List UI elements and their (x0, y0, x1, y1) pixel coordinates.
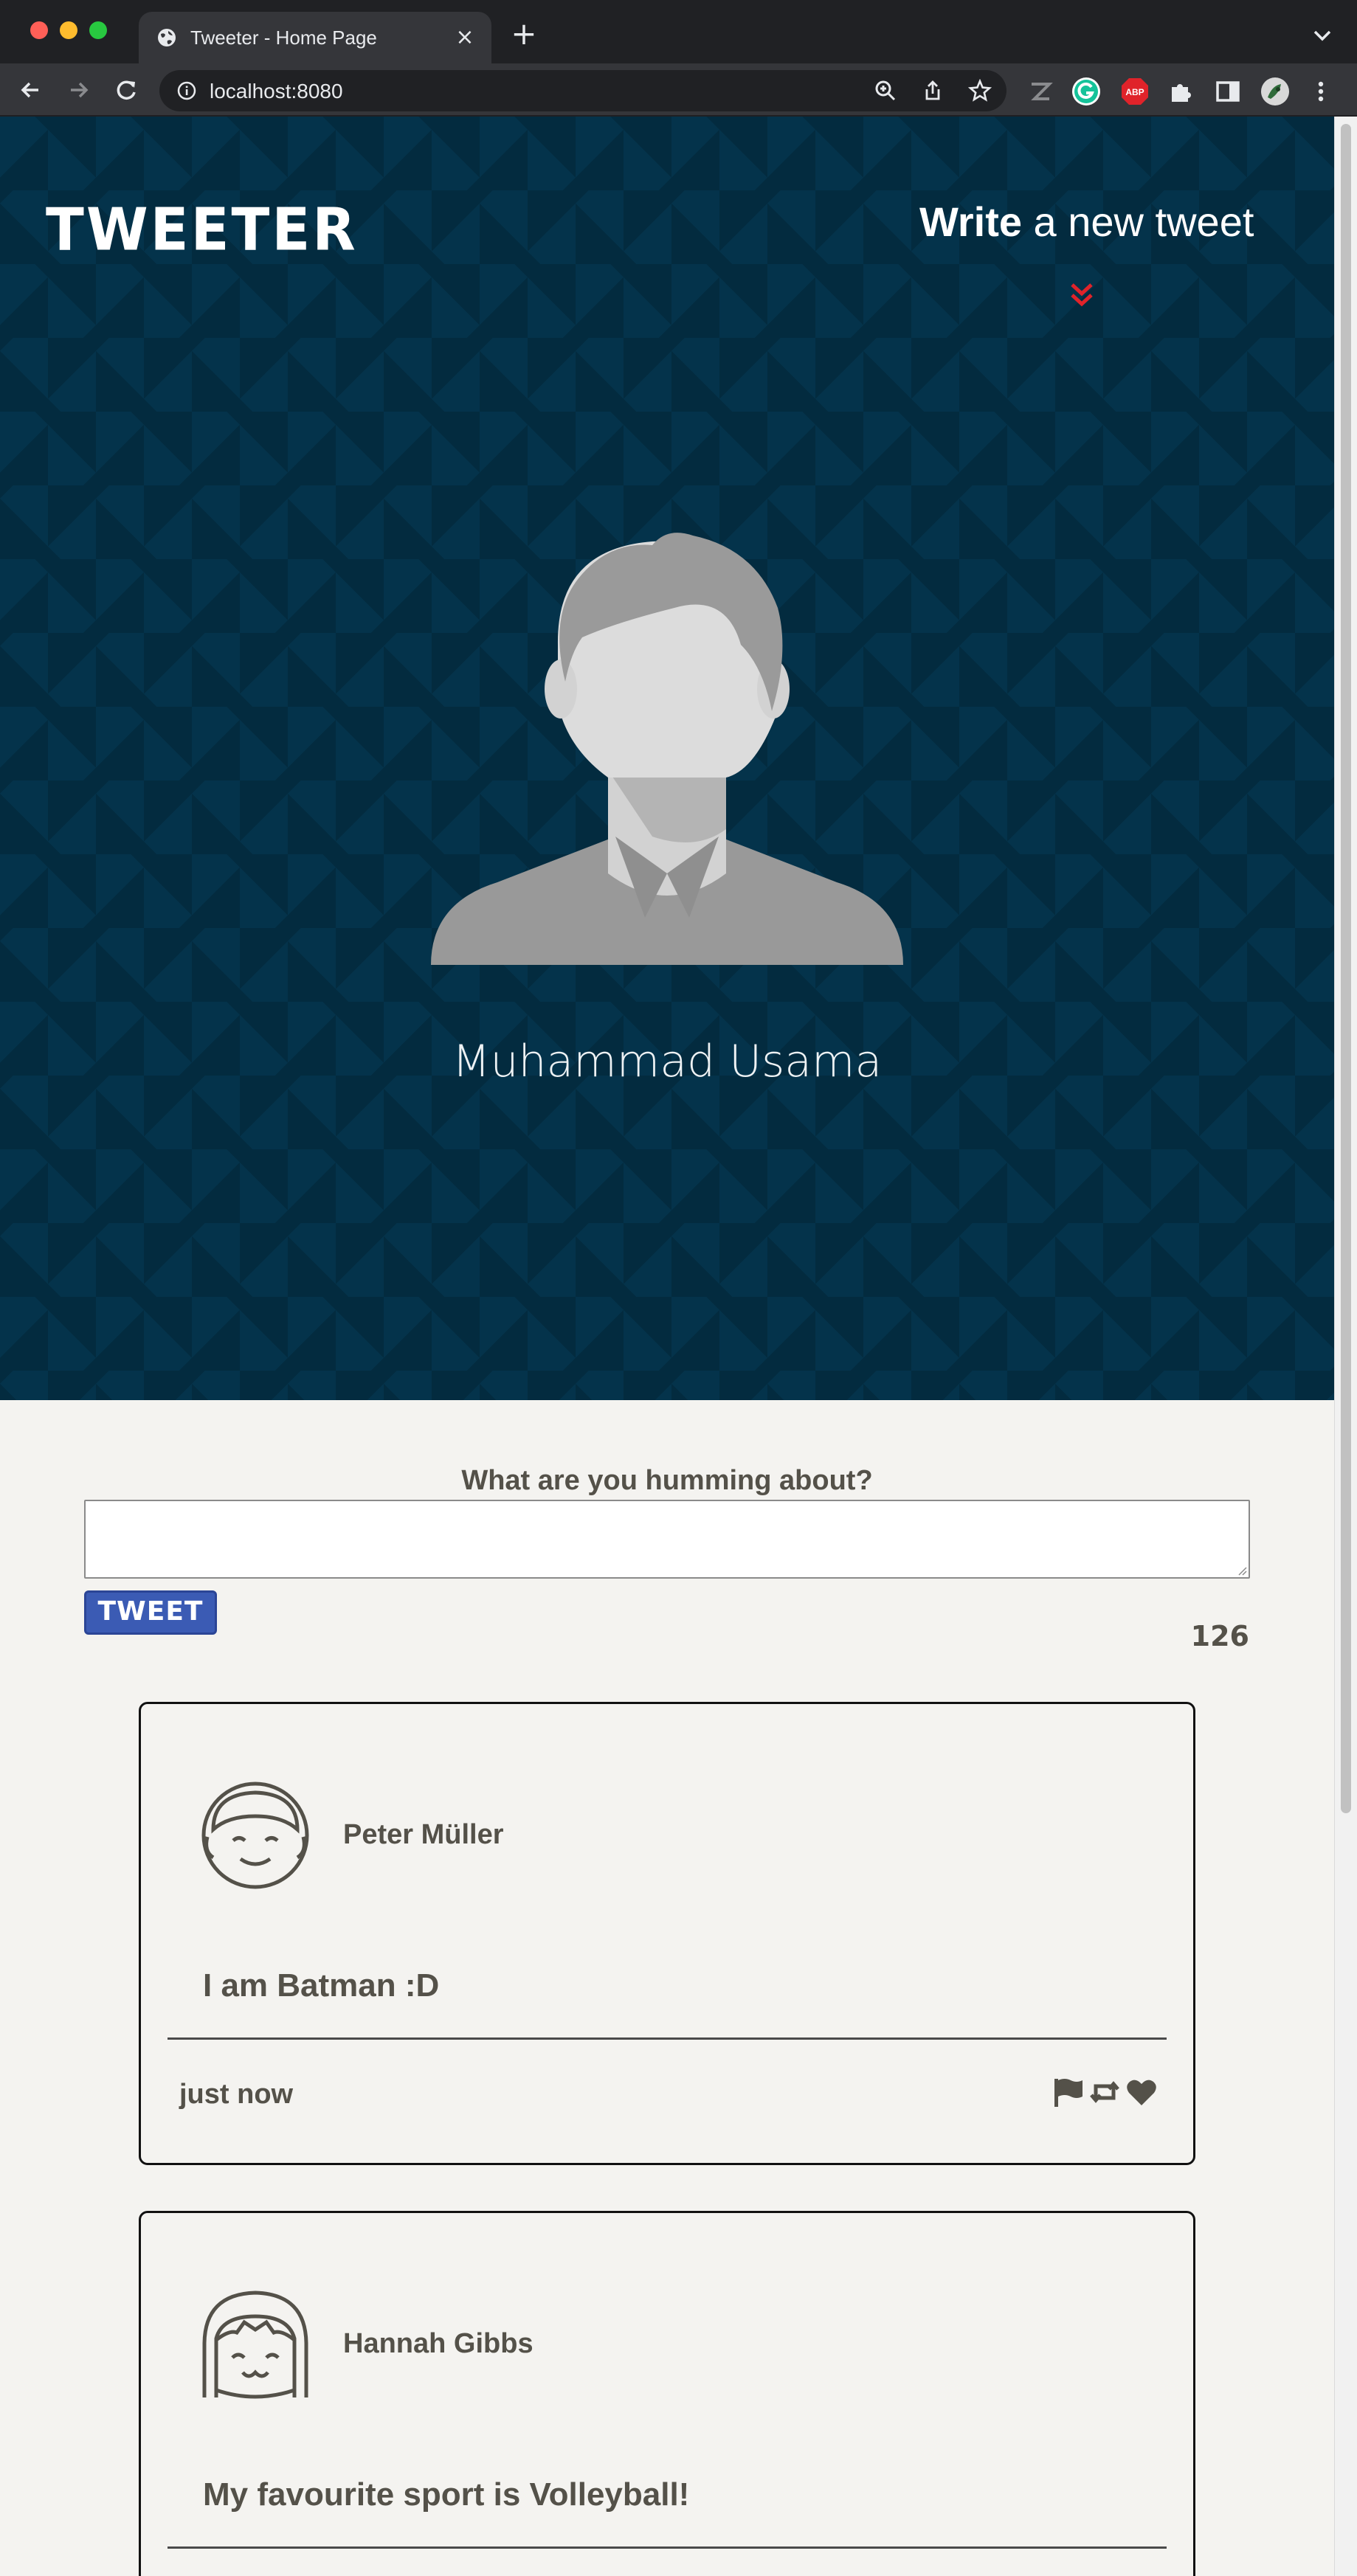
share-icon[interactable] (921, 79, 945, 103)
write-link-bold: Write (919, 198, 1022, 245)
page-scrollbar[interactable] (1334, 117, 1357, 2576)
write-link-rest: a new tweet (1022, 198, 1254, 245)
write-new-tweet-link[interactable]: Write a new tweet (919, 198, 1254, 246)
flag-icon[interactable] (1052, 2076, 1084, 2108)
tab-search-chevron-icon[interactable] (1308, 21, 1337, 50)
side-panel-icon[interactable] (1213, 77, 1243, 106)
browser-tab[interactable]: Tweeter - Home Page × (139, 12, 491, 63)
tweet-divider (168, 2037, 1167, 2040)
tweet-author-name: Peter Müller (343, 1819, 504, 1850)
tweet-card: Hannah Gibbs My favourite sport is Volle… (139, 2211, 1195, 2576)
profile-hero: TWEETER Write a new tweet Muhammad Usama (0, 117, 1334, 1400)
profile-avatar-image (431, 533, 903, 965)
close-tab-icon[interactable]: × (449, 21, 481, 54)
forward-arrow-icon[interactable] (62, 74, 94, 106)
tweet-card: Peter Müller I am Batman :D just now (139, 1702, 1195, 2165)
tweet-author-name: Hannah Gibbs (343, 2328, 534, 2359)
tab-title: Tweeter - Home Page (190, 27, 377, 49)
extensions-puzzle-icon[interactable] (1166, 77, 1195, 106)
smiling-girl-avatar-icon (202, 2291, 308, 2399)
resize-grip-icon[interactable] (1235, 1564, 1247, 1576)
browser-toolbar: localhost:8080 ABP (0, 63, 1357, 117)
address-bar[interactable]: localhost:8080 (159, 70, 1006, 111)
tweet-timestamp: just now (179, 2079, 294, 2110)
retweet-icon[interactable] (1088, 2076, 1121, 2108)
tweet-divider (168, 2546, 1167, 2549)
extension-zotero-icon[interactable] (1026, 77, 1055, 106)
tweet-text: My favourite sport is Volleyball! (203, 2476, 690, 2513)
zoom-icon[interactable] (874, 79, 897, 103)
char-counter: 126 (1190, 1620, 1249, 1652)
compose-label: What are you humming about? (461, 1465, 873, 1496)
profile-avatar-icon[interactable] (1260, 77, 1290, 106)
profile-name: Muhammad Usama (452, 1036, 883, 1087)
url-text: localhost:8080 (210, 80, 343, 103)
browser-menu-icon[interactable] (1309, 77, 1333, 106)
new-tab-icon[interactable]: + (506, 16, 542, 52)
adblock-icon[interactable]: ABP (1120, 77, 1150, 106)
site-info-icon[interactable] (177, 81, 196, 100)
tweet-textarea[interactable] (84, 1500, 1250, 1579)
close-window-button[interactable] (30, 21, 48, 39)
reload-icon[interactable] (111, 74, 143, 106)
smiling-boy-avatar-icon (201, 1782, 309, 1889)
maximize-window-button[interactable] (89, 21, 107, 39)
double-chevron-down-icon[interactable] (1068, 280, 1096, 310)
svg-text:ABP: ABP (1125, 87, 1144, 97)
tweet-submit-button[interactable]: TWEET (84, 1590, 217, 1635)
app-logo[interactable]: TWEETER (46, 195, 358, 263)
globe-icon (158, 29, 176, 46)
minimize-window-button[interactable] (60, 21, 77, 39)
tweet-actions (1052, 2076, 1158, 2111)
bookmark-star-icon[interactable] (968, 79, 992, 103)
scrollbar-thumb[interactable] (1341, 124, 1351, 1813)
heart-icon[interactable] (1125, 2076, 1158, 2108)
browser-tab-bar: Tweeter - Home Page × + (0, 0, 1357, 63)
grammarly-icon[interactable] (1071, 77, 1101, 106)
tweet-text: I am Batman :D (203, 1967, 440, 2004)
back-arrow-icon[interactable] (15, 74, 47, 106)
